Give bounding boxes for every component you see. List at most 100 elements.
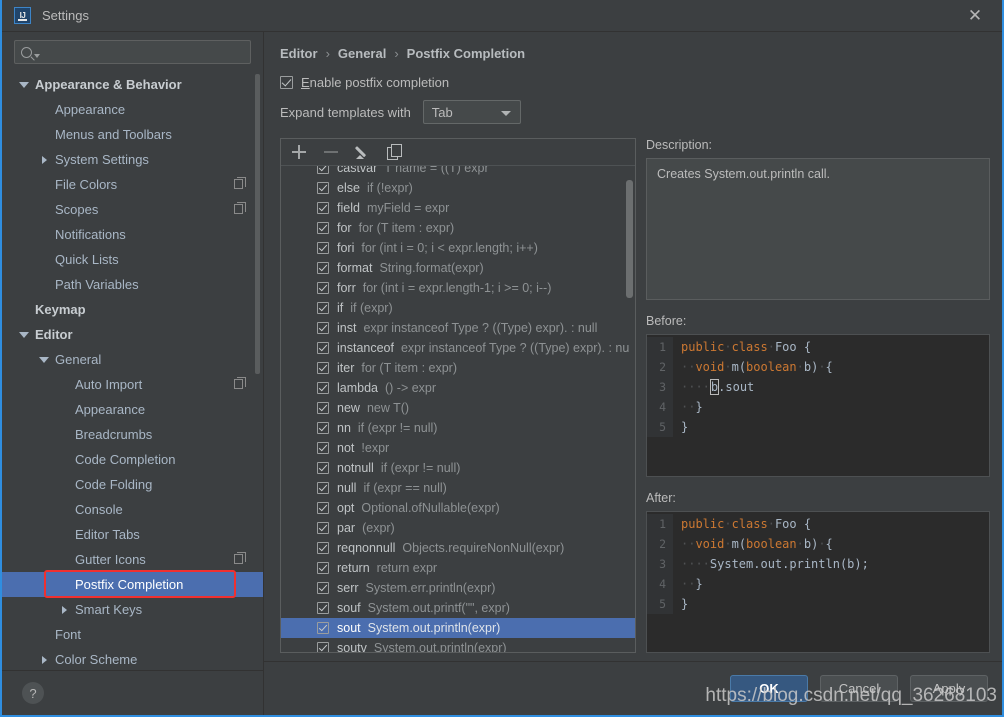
tree-toggle[interactable] [36, 155, 52, 164]
sidebar-item-editor-tabs[interactable]: Editor Tabs [2, 522, 263, 547]
duplicate-icon[interactable] [387, 144, 403, 160]
help-button[interactable]: ? [22, 682, 44, 704]
template-row[interactable]: opt Optional.ofNullable(expr) [281, 498, 635, 518]
templates-scrollbar[interactable] [626, 180, 633, 298]
sidebar-item-appearance[interactable]: Appearance [2, 397, 263, 422]
sidebar-item-code-folding[interactable]: Code Folding [2, 472, 263, 497]
enable-postfix-checkbox[interactable] [280, 76, 293, 89]
sidebar-item-font[interactable]: Font [2, 622, 263, 647]
templates-list[interactable]: castvar T name = ((T) expr else if (!expr) f… [281, 166, 635, 652]
template-row[interactable]: iter for (T item : expr) [281, 358, 635, 378]
tree-toggle[interactable] [56, 605, 72, 614]
chevron-down-icon[interactable] [19, 331, 29, 338]
apply-button[interactable]: Apply [910, 675, 988, 702]
template-checkbox[interactable] [317, 302, 329, 314]
template-checkbox[interactable] [317, 462, 329, 474]
template-checkbox[interactable] [317, 362, 329, 374]
template-checkbox[interactable] [317, 282, 329, 294]
sidebar-item-file-colors[interactable]: File Colors [2, 172, 263, 197]
template-row[interactable]: fori for (int i = 0; i < expr.length; i++… [281, 238, 635, 258]
cancel-button[interactable]: Cancel [820, 675, 898, 702]
sidebar-item-auto-import[interactable]: Auto Import [2, 372, 263, 397]
sidebar-item-menus-and-toolbars[interactable]: Menus and Toolbars [2, 122, 263, 147]
tree-toggle[interactable] [36, 356, 52, 363]
template-checkbox[interactable] [317, 582, 329, 594]
template-row[interactable]: nn if (expr != null) [281, 418, 635, 438]
template-checkbox[interactable] [317, 166, 329, 174]
sidebar-item-editor[interactable]: Editor [2, 322, 263, 347]
template-row[interactable]: par (expr) [281, 518, 635, 538]
template-checkbox[interactable] [317, 602, 329, 614]
template-checkbox[interactable] [317, 382, 329, 394]
breadcrumb-item[interactable]: General [338, 46, 386, 61]
template-checkbox[interactable] [317, 502, 329, 514]
sidebar-item-code-completion[interactable]: Code Completion [2, 447, 263, 472]
template-row[interactable]: soutv System.out.println(expr) [281, 638, 635, 652]
sidebar-item-smart-keys[interactable]: Smart Keys [2, 597, 263, 622]
template-checkbox[interactable] [317, 182, 329, 194]
chevron-right-icon[interactable] [41, 655, 47, 664]
chevron-right-icon[interactable] [61, 605, 67, 614]
template-checkbox[interactable] [317, 522, 329, 534]
template-row[interactable]: reqnonnull Objects.requireNonNull(expr) [281, 538, 635, 558]
template-checkbox[interactable] [317, 322, 329, 334]
template-row[interactable]: lambda () -> expr [281, 378, 635, 398]
sidebar-item-keymap[interactable]: Keymap [2, 297, 263, 322]
sidebar-item-scopes[interactable]: Scopes [2, 197, 263, 222]
template-row[interactable]: return return expr [281, 558, 635, 578]
breadcrumb-item[interactable]: Postfix Completion [407, 46, 525, 61]
add-icon[interactable] [291, 144, 307, 160]
template-row[interactable]: for for (T item : expr) [281, 218, 635, 238]
template-checkbox[interactable] [317, 402, 329, 414]
chevron-down-icon[interactable] [39, 356, 49, 363]
search-input[interactable] [45, 45, 244, 59]
tree-toggle[interactable] [16, 331, 32, 338]
remove-icon[interactable] [323, 144, 339, 160]
template-checkbox[interactable] [317, 642, 329, 652]
template-row[interactable]: new new T() [281, 398, 635, 418]
template-row[interactable]: castvar T name = ((T) expr [281, 166, 635, 178]
template-row[interactable]: souf System.out.printf("", expr) [281, 598, 635, 618]
template-checkbox[interactable] [317, 442, 329, 454]
template-checkbox[interactable] [317, 422, 329, 434]
template-row[interactable]: sout System.out.println(expr) [281, 618, 635, 638]
template-checkbox[interactable] [317, 562, 329, 574]
search-box[interactable] [14, 40, 251, 64]
tree-toggle[interactable] [36, 655, 52, 664]
close-icon[interactable]: ✕ [958, 4, 992, 28]
sidebar-item-general[interactable]: General [2, 347, 263, 372]
template-checkbox[interactable] [317, 242, 329, 254]
template-row[interactable]: null if (expr == null) [281, 478, 635, 498]
template-checkbox[interactable] [317, 542, 329, 554]
sidebar-item-console[interactable]: Console [2, 497, 263, 522]
chevron-right-icon[interactable] [41, 155, 47, 164]
template-row[interactable]: format String.format(expr) [281, 258, 635, 278]
template-row[interactable]: forr for (int i = expr.length-1; i >= 0; … [281, 278, 635, 298]
enable-postfix-row[interactable]: Enable postfix completion [280, 75, 990, 90]
breadcrumb-item[interactable]: Editor [280, 46, 318, 61]
template-row[interactable]: inst expr instanceof Type ? ((Type) expr)… [281, 318, 635, 338]
template-row[interactable]: instanceof expr instanceof Type ? ((Type)… [281, 338, 635, 358]
template-checkbox[interactable] [317, 342, 329, 354]
template-row[interactable]: serr System.err.println(expr) [281, 578, 635, 598]
tree-toggle[interactable] [16, 81, 32, 88]
ok-button[interactable]: OK [730, 675, 808, 702]
template-checkbox[interactable] [317, 482, 329, 494]
sidebar-item-color-scheme[interactable]: Color Scheme [2, 647, 263, 670]
sidebar-item-appearance[interactable]: Appearance [2, 97, 263, 122]
sidebar-item-postfix-completion[interactable]: Postfix Completion [2, 572, 263, 597]
sidebar-item-gutter-icons[interactable]: Gutter Icons [2, 547, 263, 572]
template-row[interactable]: else if (!expr) [281, 178, 635, 198]
template-row[interactable]: field myField = expr [281, 198, 635, 218]
edit-icon[interactable] [355, 144, 371, 160]
settings-tree[interactable]: Appearance & Behavior Appearance Menus and… [2, 70, 263, 670]
chevron-down-icon[interactable] [19, 81, 29, 88]
expand-templates-select[interactable]: Tab [422, 100, 521, 124]
template-row[interactable]: notnull if (expr != null) [281, 458, 635, 478]
sidebar-item-breadcrumbs[interactable]: Breadcrumbs [2, 422, 263, 447]
sidebar-item-notifications[interactable]: Notifications [2, 222, 263, 247]
template-row[interactable]: if if (expr) [281, 298, 635, 318]
sidebar-item-quick-lists[interactable]: Quick Lists [2, 247, 263, 272]
template-checkbox[interactable] [317, 622, 329, 634]
sidebar-item-system-settings[interactable]: System Settings [2, 147, 263, 172]
